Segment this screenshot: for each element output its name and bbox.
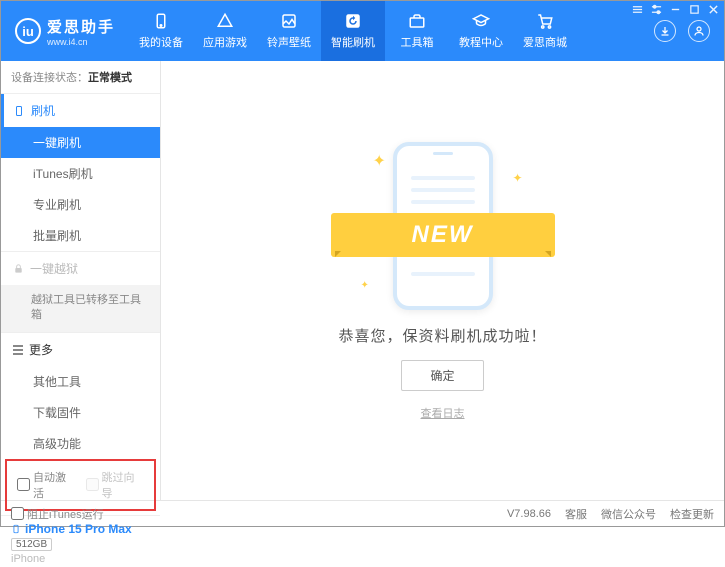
phone-icon — [11, 522, 21, 536]
refresh-icon — [344, 12, 362, 30]
logo-icon: iu — [15, 18, 41, 44]
sidebar-item-advanced[interactable]: 高级功能 — [1, 428, 160, 459]
window-controls — [632, 4, 719, 15]
device-name-text: iPhone 15 Pro Max — [25, 522, 132, 536]
success-message: 恭喜您，保资料刷机成功啦！ — [338, 325, 546, 346]
sidebar: 设备连接状态：正常模式 刷机 一键刷机 iTunes刷机 专业刷机 批量刷机 一… — [1, 61, 161, 500]
sidebar-item-pro[interactable]: 专业刷机 — [1, 189, 160, 220]
close-icon[interactable] — [708, 4, 719, 15]
phone-icon — [13, 105, 25, 117]
logo: iu 爱思助手 www.i4.cn — [1, 16, 129, 47]
success-illustration: ✦ ✦ ✦ NEW — [343, 141, 543, 311]
nav-my-device[interactable]: 我的设备 — [129, 1, 193, 61]
main-content: ✦ ✦ ✦ NEW 恭喜您，保资料刷机成功啦！ 确定 查看日志 — [161, 61, 724, 500]
storage-badge: 512GB — [11, 538, 52, 551]
wechat-link[interactable]: 微信公众号 — [601, 506, 656, 522]
image-icon — [280, 12, 298, 30]
options-highlight: 自动激活 跳过向导 — [5, 459, 156, 511]
device-type: iPhone — [11, 553, 150, 565]
nav-flash[interactable]: 智能刷机 — [321, 1, 385, 61]
view-log-link[interactable]: 查看日志 — [421, 405, 465, 421]
nav-tools[interactable]: 工具箱 — [385, 1, 449, 61]
support-link[interactable]: 客服 — [565, 506, 587, 522]
top-nav: 我的设备 应用游戏 铃声壁纸 智能刷机 工具箱 教程中心 爱思商城 — [129, 1, 577, 61]
user-button[interactable] — [688, 20, 710, 42]
nav-apps[interactable]: 应用游戏 — [193, 1, 257, 61]
sidebar-item-batch[interactable]: 批量刷机 — [1, 220, 160, 251]
jailbreak-note: 越狱工具已转移至工具箱 — [1, 285, 160, 332]
sidebar-item-oneclick[interactable]: 一键刷机 — [1, 127, 160, 158]
sidebar-item-other[interactable]: 其他工具 — [1, 366, 160, 397]
maximize-icon[interactable] — [689, 4, 700, 15]
toolbox-icon — [408, 12, 426, 30]
cap-icon — [472, 12, 490, 30]
checkbox-skip-wizard[interactable]: 跳过向导 — [86, 469, 145, 501]
update-link[interactable]: 检查更新 — [670, 506, 714, 522]
lock-icon — [13, 263, 24, 274]
checkbox-auto-activate[interactable]: 自动激活 — [17, 469, 76, 501]
cart-icon — [536, 12, 554, 30]
menu-icon[interactable] — [632, 4, 643, 15]
user-icon — [693, 25, 705, 37]
group-more[interactable]: 更多 — [1, 333, 160, 366]
download-button[interactable] — [654, 20, 676, 42]
group-jailbreak: 一键越狱 — [1, 252, 160, 285]
app-name: 爱思助手 — [47, 16, 115, 37]
settings-icon[interactable] — [651, 4, 662, 15]
nav-store[interactable]: 爱思商城 — [513, 1, 577, 61]
nav-ringtones[interactable]: 铃声壁纸 — [257, 1, 321, 61]
new-badge: NEW — [331, 213, 555, 257]
minimize-icon[interactable] — [670, 4, 681, 15]
ok-button[interactable]: 确定 — [401, 360, 483, 391]
version-text: V7.98.66 — [507, 508, 551, 520]
app-header: iu 爱思助手 www.i4.cn 我的设备 应用游戏 铃声壁纸 智能刷机 工具… — [1, 1, 724, 61]
phone-icon — [152, 12, 170, 30]
checkbox-block-itunes[interactable]: 阻止iTunes运行 — [11, 506, 104, 522]
nav-tutorials[interactable]: 教程中心 — [449, 1, 513, 61]
device-status: 设备连接状态：正常模式 — [1, 61, 160, 93]
sidebar-item-download[interactable]: 下载固件 — [1, 397, 160, 428]
group-flash[interactable]: 刷机 — [1, 94, 160, 127]
sidebar-item-itunes[interactable]: iTunes刷机 — [1, 158, 160, 189]
device-info[interactable]: iPhone 15 Pro Max 512GB iPhone — [1, 515, 160, 567]
download-icon — [659, 25, 671, 37]
app-url: www.i4.cn — [47, 37, 115, 47]
apps-icon — [216, 12, 234, 30]
